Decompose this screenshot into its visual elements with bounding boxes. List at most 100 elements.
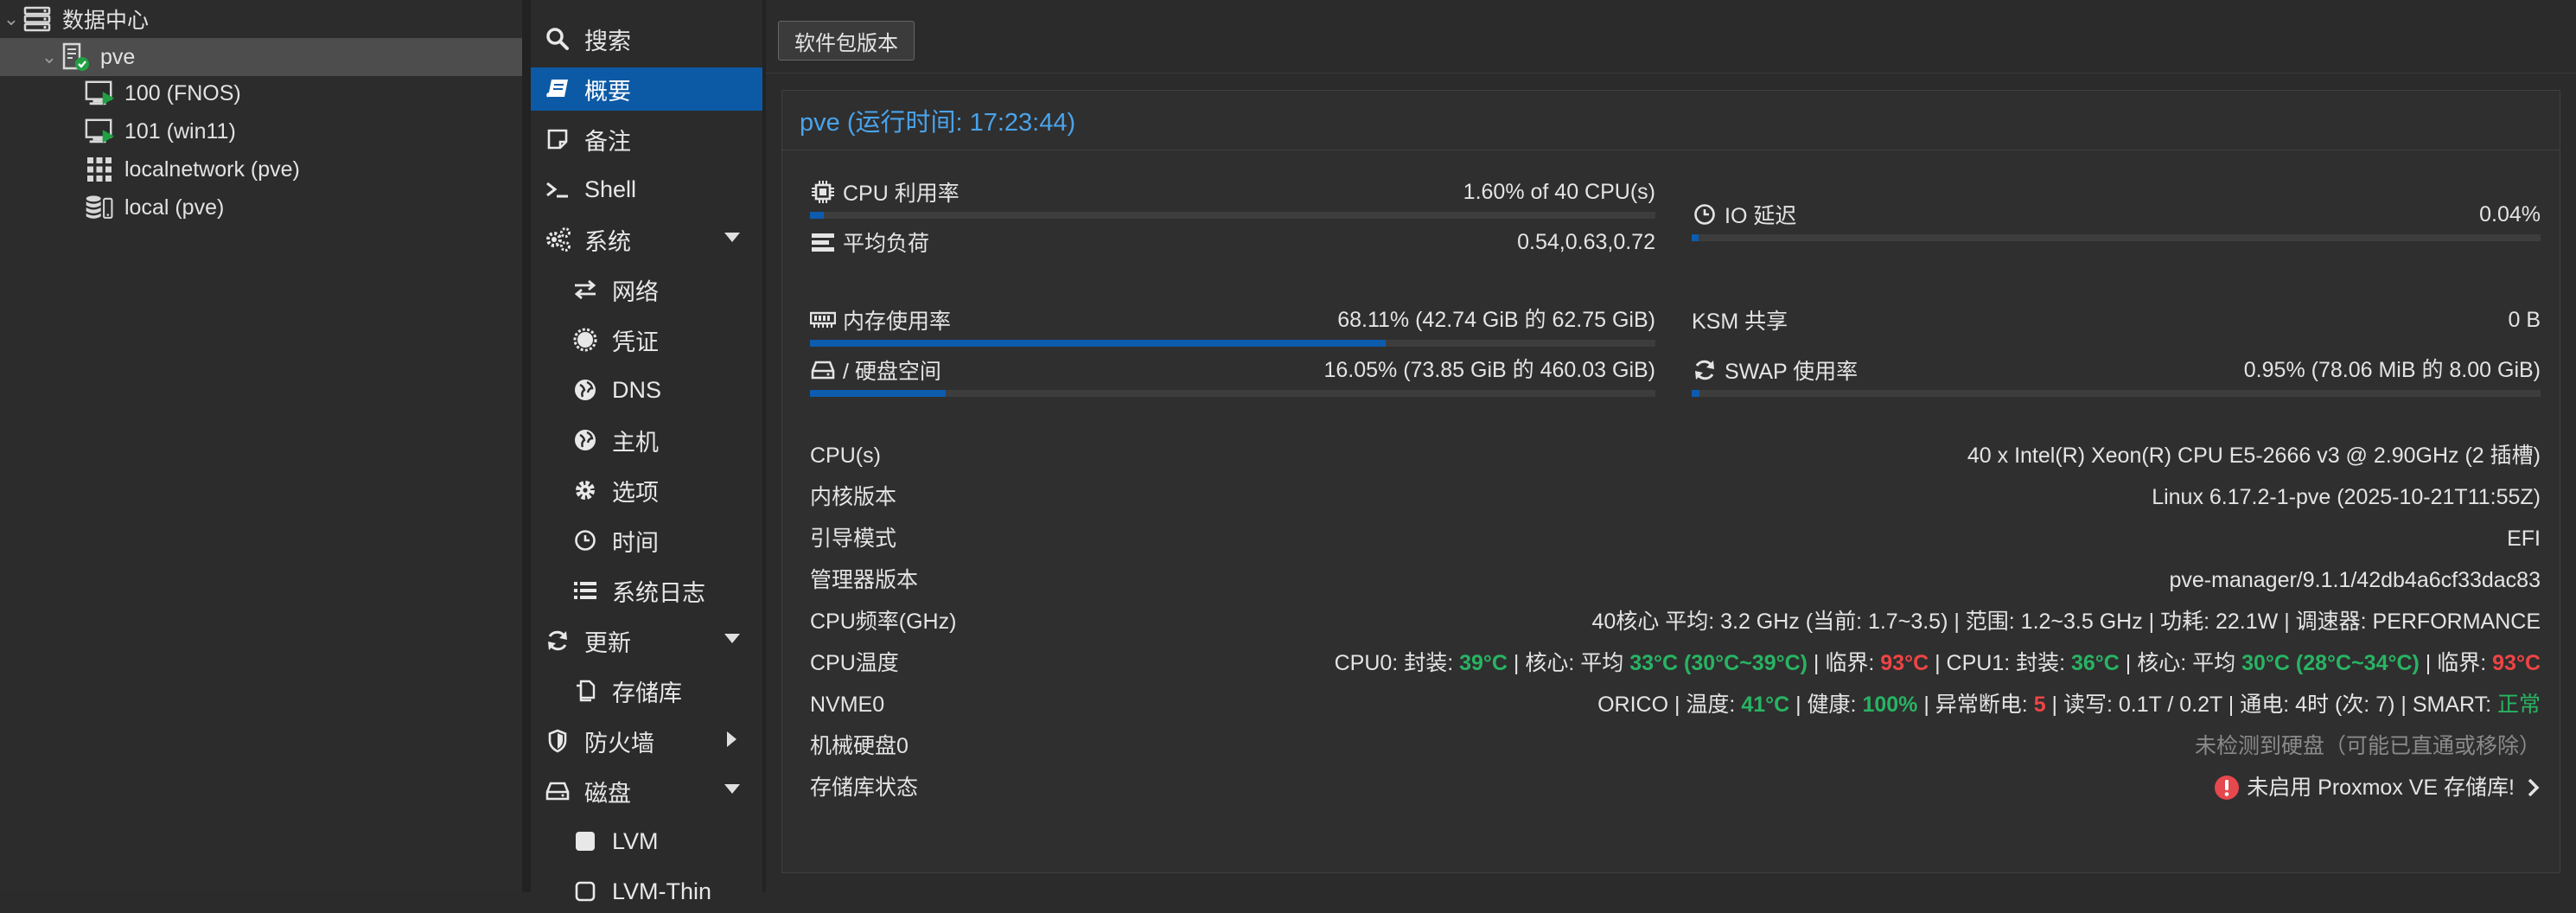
nav-item-label: 磁盘 [584, 780, 631, 807]
stat-cpu: CPU 利用率 1.60% of 40 CPU(s) [810, 179, 1655, 206]
caret-down-icon[interactable] [724, 233, 740, 242]
info-row-manager: 管理器版本 pve-manager/9.1.1/42db4a6cf33dac83 [810, 561, 2541, 599]
nav-item-firewall[interactable]: 防火墙 [531, 719, 762, 763]
stat-swap: SWAP 使用率 0.95% (78.06 MiB 的 8.00 GiB) [1692, 357, 2541, 384]
stat-value: 1.60% of 40 CPU(s) [1463, 180, 1655, 204]
nav-item-notes[interactable]: 备注 [531, 118, 762, 161]
info-row-repository-status[interactable]: 存储库状态 未启用 Proxmox VE 存储库! [810, 769, 2541, 807]
caret-right-icon[interactable] [727, 731, 736, 747]
caret-down-icon[interactable] [724, 634, 740, 643]
stat-value: 0 B [2508, 308, 2541, 332]
exchange-icon [572, 277, 598, 303]
nav-item-lvm-thin[interactable]: LVM-Thin [531, 870, 762, 913]
package-versions-button[interactable]: 软件包版本 [778, 21, 915, 61]
nav-item-shell[interactable]: Shell [531, 168, 762, 211]
storage-icon [85, 193, 114, 222]
datacenter-icon [22, 4, 52, 34]
stat-value: 16.05% (73.85 GiB 的 460.03 GiB) [1323, 358, 1655, 382]
stat-label: IO 延迟 [1725, 204, 1797, 228]
nav-item-repositories[interactable]: 存储库 [531, 669, 762, 712]
info-row-cpu-temperature: CPU温度 CPU0: 封装: 39°C | 核心: 平均 33°C (30°C… [810, 644, 2541, 682]
rootfs-usage-bar [810, 390, 1655, 397]
nav-item-disks[interactable]: 磁盘 [531, 769, 762, 813]
tree-item-sdn-zone[interactable]: localnetwork (pve) [85, 150, 300, 188]
node-online-icon [61, 42, 90, 72]
swap-usage-bar [1692, 390, 2541, 397]
info-row-cpu-frequency: CPU频率(GHz) 40核心 平均: 3.2 GHz (当前: 1.7~3.5… [810, 603, 2541, 641]
info-row-kernel: 内核版本 Linux 6.17.2-1-pve (2025-10-21T11:5… [810, 478, 2541, 516]
clock-icon [1692, 201, 1718, 227]
nav-item-network[interactable]: 网络 [531, 268, 762, 311]
tree-item-vm-101[interactable]: 101 (win11) [85, 112, 236, 150]
caret-down-icon[interactable] [724, 784, 740, 794]
info-row-boot-mode: 引导模式 EFI [810, 520, 2541, 558]
square-outline-icon [572, 878, 598, 904]
main-content: 软件包版本 pve (运行时间: 17:23:44) CPU 利用率 1.60%… [766, 0, 2576, 892]
repository-status-link[interactable]: 未启用 Proxmox VE 存储库! [2214, 769, 2541, 807]
nav-item-label: 系统 [584, 228, 631, 255]
nav-item-label: 备注 [584, 128, 631, 155]
cpu1-core-range: (28°C~34°C) [2295, 651, 2420, 675]
stat-label: SWAP 使用率 [1725, 360, 1859, 384]
panel-title: pve (运行时间: 17:23:44) [800, 109, 1076, 137]
tree-item-label: 101 (win11) [124, 118, 236, 144]
certificate-icon [572, 327, 598, 353]
memory-usage-bar [810, 340, 1655, 347]
nav-item-certificates[interactable]: 凭证 [531, 318, 762, 361]
refresh-icon [1692, 357, 1718, 383]
nav-item-updates[interactable]: 更新 [531, 619, 762, 662]
hdd-icon [545, 778, 571, 804]
text: ORICO | 温度: [1597, 693, 1742, 717]
text: | 临界: [2419, 651, 2493, 675]
nav-item-options[interactable]: 选项 [531, 469, 762, 512]
tree-item-vm-100[interactable]: 100 (FNOS) [85, 74, 241, 112]
nav-item-label: 网络 [612, 278, 659, 305]
nvme-temp: 41°C [1741, 693, 1790, 717]
nav-item-summary[interactable]: 概要 [531, 67, 762, 111]
nav-item-label: 系统日志 [612, 579, 705, 606]
tree-splitter[interactable] [522, 0, 531, 892]
repository-status-text: 未启用 Proxmox VE 存储库! [2247, 776, 2515, 800]
nvme-smart-status: 正常 [2496, 693, 2541, 717]
tree-item-label: localnetwork (pve) [124, 156, 300, 182]
nav-item-dns[interactable]: DNS [531, 368, 762, 412]
config-nav: 搜索 概要 备注 Shell 系统 网络 凭证 DNS 主机 选项 时间 系统日… [531, 0, 762, 904]
nav-item-label: 更新 [584, 629, 631, 656]
shield-icon [545, 728, 571, 754]
tree-item-label: 100 (FNOS) [124, 80, 241, 105]
stat-value: 68.11% (42.74 GiB 的 62.75 GiB) [1337, 308, 1655, 332]
chevron-right-icon[interactable] [2527, 777, 2541, 798]
stat-label: / 硬盘空间 [843, 360, 941, 384]
info-value: CPU0: 封装: 39°C | 核心: 平均 33°C (30°C~39°C)… [1335, 644, 2541, 682]
info-label: 引导模式 [810, 527, 897, 551]
nav-item-search[interactable]: 搜索 [531, 17, 762, 61]
memory-icon [810, 307, 836, 333]
stat-value: 0.54,0.63,0.72 [1517, 230, 1655, 254]
info-value: pve-manager/9.1.1/42db4a6cf33dac83 [2169, 568, 2541, 592]
toolbar: 软件包版本 [766, 0, 2576, 73]
copy-icon [572, 678, 598, 704]
stat-memory: 内存使用率 68.11% (42.74 GiB 的 62.75 GiB) [810, 307, 1655, 334]
bar-fill [1692, 234, 1699, 241]
info-value: 40核心 平均: 3.2 GHz (当前: 1.7~3.5) | 范围: 1.2… [1591, 610, 2541, 634]
nav-item-label: DNS [612, 376, 662, 403]
square-icon [572, 828, 598, 854]
nav-item-lvm[interactable]: LVM [531, 820, 762, 863]
refresh-icon [545, 628, 571, 654]
nav-item-label: 防火墙 [584, 730, 654, 757]
chevron-down-icon[interactable]: ⌄ [38, 46, 61, 68]
tree-item-storage-local[interactable]: local (pve) [85, 188, 224, 227]
status-panel: pve (运行时间: 17:23:44) CPU 利用率 1.60% of 40… [781, 90, 2560, 873]
tree-item-datacenter[interactable]: ⌄ 数据中心 [0, 0, 522, 38]
tree-item-node-pve[interactable]: ⌄ pve [0, 38, 522, 76]
info-row-cpus: CPU(s) 40 x Intel(R) Xeon(R) CPU E5-2666… [810, 437, 2541, 475]
nav-item-label: 概要 [584, 78, 631, 105]
info-label: 存储库状态 [810, 776, 919, 800]
cpu1-critical-temp: 93°C [2492, 651, 2541, 675]
chevron-down-icon[interactable]: ⌄ [0, 8, 22, 30]
nav-item-system[interactable]: 系统 [531, 218, 762, 261]
nav-item-syslog[interactable]: 系统日志 [531, 569, 762, 612]
nav-item-hosts[interactable]: 主机 [531, 418, 762, 462]
info-row-nvme0: NVME0 ORICO | 温度: 41°C | 健康: 100% | 异常断电… [810, 686, 2541, 724]
nav-item-time[interactable]: 时间 [531, 519, 762, 562]
